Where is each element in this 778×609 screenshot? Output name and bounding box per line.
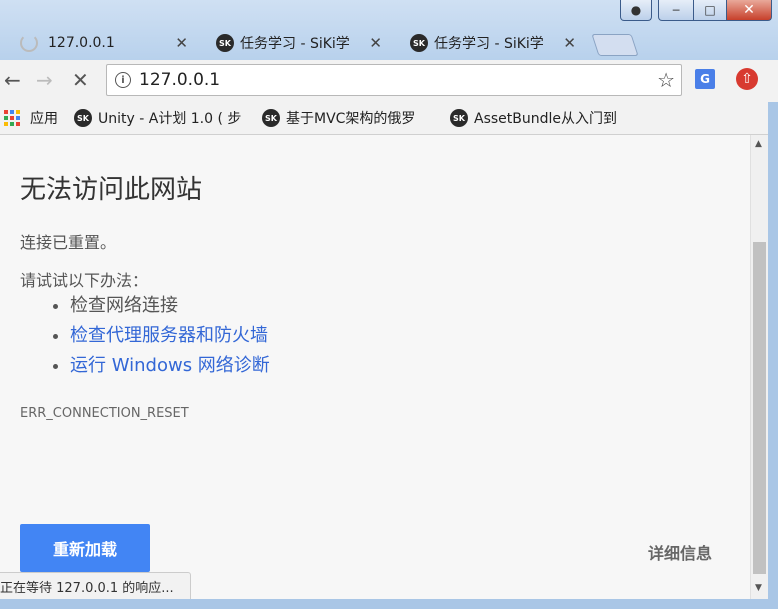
vertical-scrollbar[interactable]: ▲ ▼ <box>750 135 769 599</box>
translate-icon[interactable]: G <box>695 69 715 89</box>
error-title: 无法访问此网站 <box>20 175 203 205</box>
tab-strip: 127.0.0.1 ✕ SK 任务学习 - SiKi学 ✕ SK 任务学习 - … <box>0 22 778 60</box>
tab-siki-2[interactable]: SK 任务学习 - SiKi学 ✕ <box>396 26 586 60</box>
minimize-icon: ─ <box>672 3 680 17</box>
siki-favicon-icon: SK <box>216 34 234 52</box>
forward-arrow-icon[interactable]: → <box>36 68 53 92</box>
close-icon: ✕ <box>743 2 755 18</box>
site-info-icon[interactable]: i <box>115 72 131 88</box>
tab-active[interactable]: 127.0.0.1 ✕ <box>6 26 198 60</box>
back-arrow-icon[interactable]: ← <box>4 68 21 92</box>
error-subtitle: 连接已重置。 <box>20 233 117 252</box>
tab-close-icon[interactable]: ✕ <box>563 34 576 52</box>
error-code: ERR_CONNECTION_RESET <box>20 406 189 421</box>
scroll-up-icon[interactable]: ▲ <box>755 139 762 149</box>
bookmark-label: AssetBundle从入门到 <box>474 111 618 127</box>
tab-close-icon[interactable]: ✕ <box>369 34 382 52</box>
maximize-button[interactable]: □ <box>694 0 727 21</box>
stop-loading-icon[interactable]: ✕ <box>72 68 89 92</box>
url-text[interactable]: 127.0.0.1 <box>139 70 220 90</box>
close-window-button[interactable]: ✕ <box>727 0 772 21</box>
bookmark-label: 基于MVC架构的俄罗 <box>286 111 416 127</box>
bookmark-assetbundle[interactable]: SK AssetBundle从入门到 <box>450 108 622 128</box>
suggestion-text: 检查网络连接 <box>70 295 178 316</box>
window-border-bottom <box>0 599 778 609</box>
status-bubble: 正在等待 127.0.0.1 的响应... <box>0 572 191 600</box>
error-page: 无法访问此网站 连接已重置。 请试试以下办法： 检查网络连接 检查代理服务器和防… <box>0 135 750 599</box>
siki-favicon-icon: SK <box>262 109 280 127</box>
tab-title: 任务学习 - SiKi学 <box>434 36 544 52</box>
profile-icon: ● <box>630 3 642 17</box>
upgrade-arrow-icon[interactable]: ⇧ <box>736 68 758 90</box>
reload-button[interactable]: 重新加载 <box>20 524 150 572</box>
details-button[interactable]: 详细信息 <box>648 540 712 564</box>
star-icon[interactable]: ☆ <box>657 68 675 92</box>
tab-title: 127.0.0.1 <box>48 35 115 51</box>
tab-close-icon[interactable]: ✕ <box>175 34 188 52</box>
suggestion-link-proxy[interactable]: 检查代理服务器和防火墙 <box>70 325 268 346</box>
suggest-heading: 请试试以下办法： <box>20 271 149 290</box>
browser-window: ● ─ □ ✕ 127.0.0.1 ✕ SK 任务学习 - SiKi学 ✕ SK… <box>0 0 778 609</box>
bookmarks-bar: 应用 SK Unity - A计划 1.0 ( 步 SK 基于MVC架构的俄罗 … <box>0 102 778 135</box>
maximize-icon: □ <box>704 3 716 17</box>
suggestion-item[interactable]: 检查代理服务器和防火墙 <box>70 321 270 351</box>
suggestion-item[interactable]: 运行 Windows 网络诊断 <box>70 351 270 381</box>
minimize-button[interactable]: ─ <box>658 0 694 21</box>
window-border <box>768 102 778 602</box>
loading-spinner-icon <box>20 34 38 52</box>
tab-title: 任务学习 - SiKi学 <box>240 36 350 52</box>
new-tab-button[interactable] <box>591 34 639 56</box>
bookmark-label: Unity - A计划 1.0 ( 步 <box>98 111 242 127</box>
suggestion-link-diagnostics[interactable]: 运行 Windows 网络诊断 <box>70 355 270 376</box>
siki-favicon-icon: SK <box>74 109 92 127</box>
suggestion-item: 检查网络连接 <box>70 291 270 321</box>
scrollbar-thumb[interactable] <box>753 242 766 574</box>
address-bar[interactable]: i 127.0.0.1 ☆ <box>106 64 682 96</box>
tab-siki-1[interactable]: SK 任务学习 - SiKi学 ✕ <box>202 26 392 60</box>
siki-favicon-icon: SK <box>410 34 428 52</box>
bookmark-apps[interactable]: 应用 <box>0 108 58 128</box>
suggestion-list: 检查网络连接 检查代理服务器和防火墙 运行 Windows 网络诊断 <box>50 291 270 381</box>
toolbar: ← → ✕ i 127.0.0.1 ☆ G ⇧ <box>0 60 778 102</box>
bookmark-unity-a-plan[interactable]: SK Unity - A计划 1.0 ( 步 <box>74 108 250 128</box>
window-controls: ● ─ □ ✕ <box>620 0 772 22</box>
apps-grid-icon <box>4 110 20 126</box>
bookmark-mvc-tetris[interactable]: SK 基于MVC架构的俄罗 <box>262 108 436 128</box>
scroll-down-icon[interactable]: ▼ <box>755 583 762 593</box>
siki-favicon-icon: SK <box>450 109 468 127</box>
bookmark-label: 应用 <box>30 111 58 127</box>
profile-button[interactable]: ● <box>620 0 652 21</box>
